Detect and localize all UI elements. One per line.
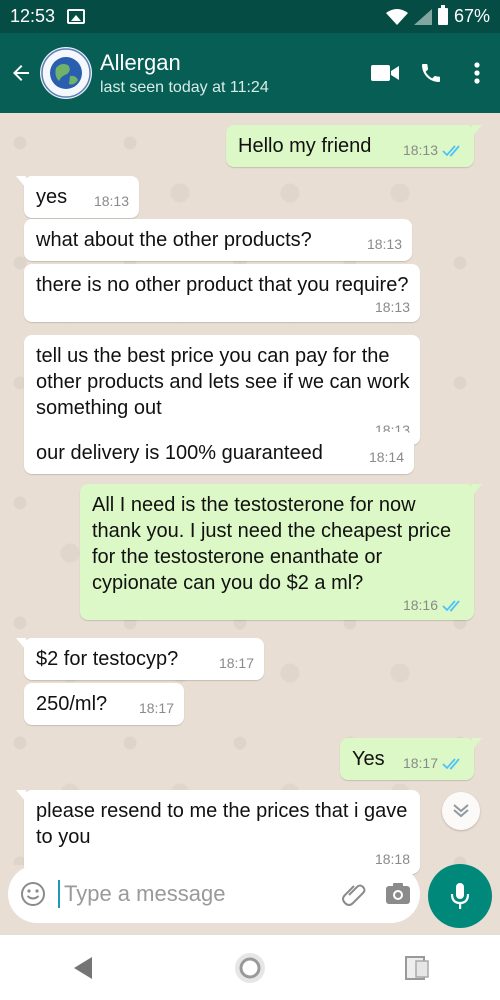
- message-text: Hello my friend: [238, 135, 372, 157]
- back-arrow-icon: [13, 65, 29, 81]
- mic-icon: [450, 883, 470, 909]
- message-text: 250/ml?: [36, 693, 108, 715]
- message-bubble[interactable]: All I need is the testosterone for now t…: [80, 484, 482, 620]
- message-text: All I need is the testosterone for now t…: [92, 494, 452, 594]
- nav-home-icon: [234, 952, 265, 983]
- nav-back-button[interactable]: [53, 938, 113, 998]
- message-time: 18:18: [374, 851, 410, 867]
- emoji-button[interactable]: [8, 865, 58, 923]
- message-time: 18:17: [218, 655, 254, 671]
- signal-icon: [413, 8, 432, 25]
- message-time: 18:16: [402, 597, 438, 613]
- contact-name[interactable]: Allergan: [100, 50, 362, 76]
- last-seen: last seen today at 11:24: [100, 78, 269, 96]
- message-text: yes: [36, 186, 68, 208]
- message-time: 18:17: [138, 700, 174, 716]
- message-bubble[interactable]: $2 for testocyp? 18:17: [16, 638, 264, 680]
- avatar[interactable]: [40, 47, 92, 99]
- message-bubble[interactable]: tell us the best price you can pay for t…: [24, 335, 420, 445]
- back-button[interactable]: [2, 33, 40, 113]
- message-time: 18:13: [374, 299, 410, 315]
- status-time: 12:53: [10, 6, 56, 26]
- message-text: tell us the best price you can pay for t…: [36, 345, 410, 419]
- nav-recents-button[interactable]: [387, 938, 447, 998]
- voice-call-button[interactable]: [408, 33, 454, 113]
- more-options-icon: [474, 62, 480, 84]
- message-bubble[interactable]: what about the other products? 18:13: [24, 219, 412, 261]
- message-bubble[interactable]: Yes 18:17: [340, 738, 482, 780]
- attach-button[interactable]: [332, 865, 376, 923]
- video-call-icon: [371, 65, 399, 81]
- message-text: our delivery is 100% guaranteed: [36, 442, 323, 464]
- message-composer: Type a message: [8, 865, 420, 923]
- chat-header: Allergan last seen today at 11:24: [0, 33, 500, 113]
- message-time: 18:13: [402, 142, 438, 158]
- camera-button[interactable]: [376, 865, 420, 923]
- more-options-button[interactable]: [454, 33, 500, 113]
- message-bubble[interactable]: our delivery is 100% guaranteed 18:14: [24, 432, 414, 474]
- message-text: Yes: [352, 748, 385, 770]
- battery-icon: [437, 5, 448, 25]
- message-time: 18:17: [402, 755, 438, 771]
- read-receipt-icon: [442, 758, 460, 770]
- phone-icon: [422, 64, 440, 82]
- nav-home-button[interactable]: [220, 938, 280, 998]
- message-bubble[interactable]: 250/ml? 18:17: [24, 683, 184, 725]
- status-bar: 12:53 67%: [0, 0, 500, 33]
- video-call-button[interactable]: [362, 33, 408, 113]
- message-bubble[interactable]: there is no other product that you requi…: [24, 264, 420, 322]
- chat-area[interactable]: Hello my friend 18:13 yes 18:13 what abo…: [0, 113, 500, 874]
- nav-recents-icon: [404, 955, 429, 980]
- message-text: what about the other products?: [36, 229, 312, 251]
- message-time: 18:13: [366, 236, 402, 252]
- camera-icon: [386, 883, 410, 904]
- message-time: 18:14: [368, 449, 404, 465]
- message-bubble[interactable]: yes 18:13: [16, 176, 139, 218]
- scroll-down-button[interactable]: [442, 792, 480, 830]
- nav-back-icon: [74, 956, 93, 979]
- scroll-down-icon: [453, 804, 469, 818]
- message-input[interactable]: Type a message: [58, 880, 332, 908]
- voice-record-button[interactable]: [428, 864, 492, 928]
- wifi-icon: [385, 8, 408, 25]
- message-time: 18:13: [93, 193, 129, 209]
- message-text: $2 for testocyp?: [36, 648, 179, 670]
- attach-icon: [342, 884, 366, 906]
- message-text: please resend to me the prices that i ga…: [36, 800, 408, 848]
- globe-logo-icon: [41, 48, 91, 98]
- system-nav-bar: [0, 934, 500, 1000]
- read-receipt-icon: [442, 145, 460, 157]
- read-receipt-icon: [442, 600, 460, 612]
- message-bubble[interactable]: please resend to me the prices that i ga…: [16, 790, 420, 874]
- message-bubble[interactable]: Hello my friend 18:13: [226, 125, 482, 167]
- emoji-icon: [21, 882, 45, 906]
- message-text: there is no other product that you requi…: [36, 274, 409, 296]
- image-notification-icon: [67, 9, 86, 24]
- battery-percent: 67%: [453, 6, 490, 26]
